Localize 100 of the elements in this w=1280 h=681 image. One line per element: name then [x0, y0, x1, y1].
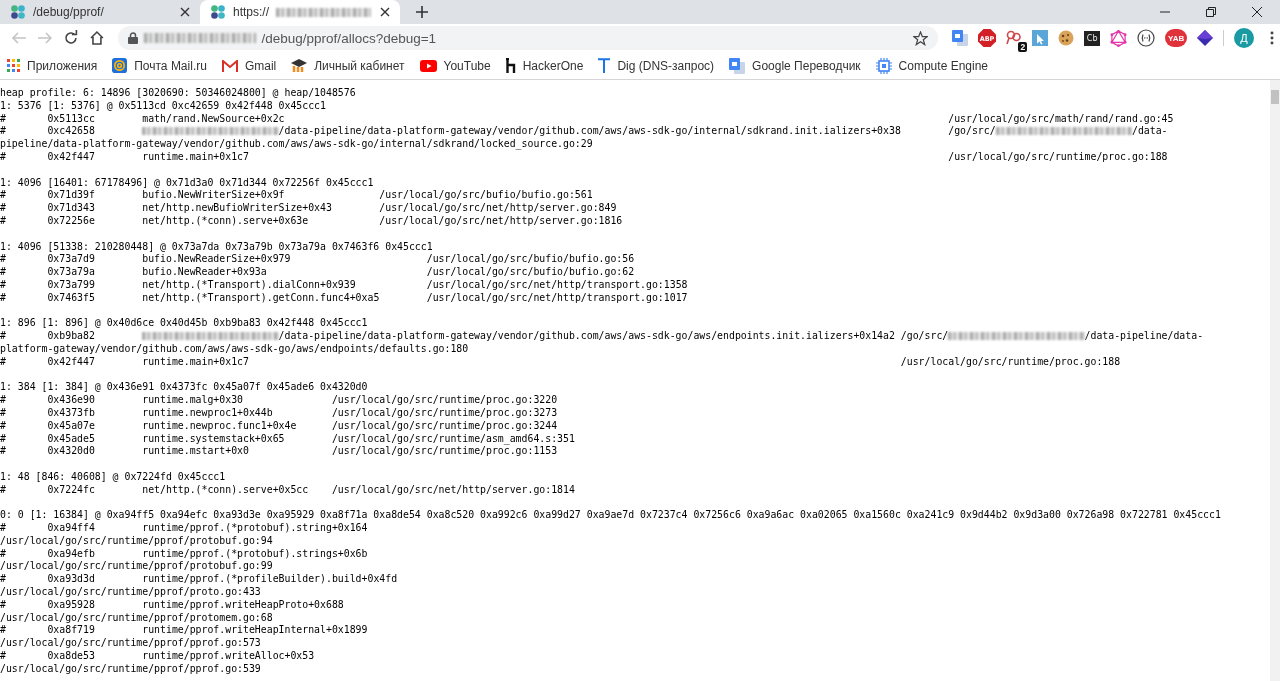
reload-icon[interactable] — [62, 30, 79, 46]
code-text: # 0xc42658 — [0, 125, 96, 137]
bookmark[interactable]: Compute Engine — [875, 57, 988, 74]
close-icon[interactable] — [1252, 7, 1262, 17]
bookmark[interactable]: HackerOne — [505, 58, 584, 73]
hexagon-icon[interactable] — [1110, 29, 1128, 47]
code-line: platform-gateway/vendor/github.com/aws/aws-sdk-go/aws/endpoints/defaults.go:180 — [0, 342, 470, 356]
restore-icon[interactable] — [1206, 7, 1216, 17]
apps-grid-icon — [7, 59, 20, 72]
scrollbar[interactable] — [1270, 80, 1280, 681]
scrollbar-thumb[interactable] — [1271, 90, 1279, 104]
bookmark[interactable]: Google Переводчик — [729, 57, 861, 74]
bookmark-label: Личный кабинет — [314, 58, 405, 73]
menu-icon[interactable] — [1270, 31, 1274, 45]
pins-icon[interactable] — [1006, 30, 1023, 46]
diamond-icon[interactable] — [1197, 30, 1214, 46]
bookmark-label: HackerOne — [522, 58, 584, 73]
code-line: # 0x73a7d9 bufio.NewReaderSize+0x979 /usr/local/go/src/bufio/bufio.go:56 — [0, 253, 636, 267]
code-line: # 0x4373fb runtime.newproc1+0x44b /usr/local/go/src/runtime/proc.go:3273 — [0, 406, 559, 420]
address-bar[interactable]: /debug/pprof/allocs?debug=1 — [117, 26, 939, 50]
code-line: /usr/local/go/src/runtime/pprof/protomem.go:68 — [0, 611, 274, 625]
bookmark-label: Gmail — [244, 58, 277, 73]
h-shape-icon — [505, 58, 516, 73]
code-line: # 0x436e90 runtime.malg+0x30 /usr/local/go/src/runtime/proc.go:3220 — [0, 394, 559, 407]
bookmark-label: YouTube — [443, 58, 491, 73]
browser-tab[interactable]: https:// — [200, 0, 400, 24]
close-icon[interactable] — [180, 7, 190, 17]
code-line: 1: 4096 [51338: 210280448] @ 0x73a7da 0x73a79b 0x73a79a 0x7463f6 0x45ccc1 — [0, 240, 434, 254]
code-line: /usr/local/go/src/runtime/pprof/pprof.go:573 — [0, 637, 262, 651]
t-shape-icon — [598, 58, 611, 73]
braces-circle-icon[interactable] — [1137, 29, 1156, 47]
round-badge-icon[interactable]: YAB — [1165, 29, 1188, 47]
code-text: /data-pipeline/data- — [1084, 330, 1204, 342]
code-line: # 0x42f447 runtime.main+0x1c7 /usr/local/go/src/runtime/proc.go:188 — [0, 151, 1169, 164]
code-line: # 0xa95928 runtime/pprof.writeHeapProto+0x688 — [0, 598, 345, 612]
code-line: /usr/local/go/src/runtime/pprof/pprof.go:539 — [0, 662, 262, 676]
translate-icon[interactable] — [952, 30, 969, 46]
code-line: # 0xa94ff4 runtime/pprof.(*protobuf).string+0x164 — [0, 522, 369, 535]
tab-title: https:// — [233, 5, 270, 19]
code-line: # 0xa8de53 runtime/pprof.writeAlloc+0x53 — [0, 650, 316, 663]
translate-icon — [729, 57, 746, 74]
dots-icon — [210, 4, 226, 20]
code-line: # 0x73a799 net/http.(*Transport).dialConn+0x939 /usr/local/go/src/net/http/transport.go:1358 — [0, 278, 689, 292]
bookmark[interactable]: Личный кабинет — [291, 58, 405, 73]
url-text: /debug/pprof/allocs?debug=1 — [261, 30, 437, 46]
code-line: 1: 896 [1: 896] @ 0x40d6ce 0x40d45b 0xb9ba83 0x42f448 0x45ccc1 — [0, 317, 369, 331]
code-text: # 0xb9ba82 — [0, 330, 96, 342]
letter-tile-icon[interactable]: Cb — [1084, 30, 1101, 46]
bookmark-label: Почта Mail.ru — [134, 58, 207, 73]
code-line: 1: 4096 [16401: 67178496] @ 0x71d3a0 0x71d344 0x72256f 0x45ccc1 — [0, 176, 375, 190]
code-line: # 0x42f447 runtime.main+0x1c7 /usr/local/go/src/runtime/proc.go:188 — [0, 355, 1122, 369]
code-line: /usr/local/go/src/runtime/pprof/protobuf.go:94 — [0, 534, 274, 548]
code-line: 1: 48 [846: 40608] @ 0x7224fd 0x45ccc1 — [0, 470, 227, 484]
cookie-icon[interactable] — [1058, 30, 1075, 46]
code-line: # 0xa94efb runtime/pprof.(*protobuf).strings+0x6b — [0, 547, 369, 561]
code-line: # 0xa93d3d runtime/pprof.(*profileBuilder).build+0x4fd — [0, 573, 399, 587]
code-line: # 0x72256e net/http.(*conn).serve+0x63e /usr/local/go/src/net/http/server.go:1816 — [0, 214, 624, 228]
bookmark[interactable]: Почта Mail.ru — [112, 58, 207, 73]
dots-icon — [10, 4, 26, 20]
code-line: 1: 5376 [1: 5376] @ 0x5113cd 0xc42659 0x42f448 0x45ccc1 — [0, 99, 327, 113]
count-badge: 2 — [1018, 42, 1028, 52]
bookmark-label: Приложения — [27, 58, 98, 73]
code-line: # 0x45a07e runtime.newproc.func1+0x4e /usr/local/go/src/runtime/proc.go:3244 — [0, 419, 559, 433]
code-line: # 0x71d39f bufio.NewWriterSize+0x9f /usr/local/go/src/bufio/bufio.go:561 — [0, 189, 594, 203]
code-line: # 0x5113cc math/rand.NewSource+0x2c /usr/local/go/src/math/rand/rand.go:45 — [0, 112, 1175, 126]
close-icon[interactable] — [380, 7, 390, 17]
browser-tab[interactable]: /debug/pprof/ — [0, 0, 200, 24]
code-line: 0: 0 [1: 16384] @ 0xa94ff5 0xa94efc 0xa93d3e 0xa95929 0xa8f71a 0xa8de54 0xa8c520 0xa992c6 0xa99d27 0xa9ae7d 0x7237c4 0x7256c6 0xa9a6ac 0xa02065 0xa1560c 0xa241c9 0x9d44b2 0x9d3a00 0x726a98 0x722781 0x45ccc1 — [0, 509, 1222, 523]
code-line: pipeline/data-platform-gateway/vendor/github.com/aws/aws-sdk-go/internal/sdkrand/locked_source.go:29 — [0, 138, 594, 151]
bookmark[interactable]: Gmail — [221, 58, 277, 73]
plus-icon[interactable] — [416, 6, 428, 18]
code-line: /usr/local/go/src/runtime/pprof/protobuf.go:99 — [0, 560, 274, 574]
star-icon[interactable] — [913, 30, 929, 46]
code-line: # 0x7224fc net/http.(*conn).serve+0x5cc /usr/local/go/src/net/http/server.go:1814 — [0, 483, 576, 497]
code-line: /usr/local/go/src/runtime/pprof/proto.go:433 — [0, 586, 262, 599]
bookmark-label: Google Переводчик — [752, 58, 861, 73]
bookmark[interactable]: YouTube — [419, 58, 491, 73]
code-line: heap profile: 6: 14896 [3020690: 50346024800] @ heap/1048576 — [0, 87, 357, 100]
code-line: # 0x71d343 net/http.newBufioWriterSize+0x43 /usr/local/go/src/net/http/server.go:849 — [0, 202, 618, 215]
bookmark-label: Dig (DNS-запрос) — [617, 58, 715, 73]
mail-icon — [221, 59, 238, 72]
bookmark[interactable]: Dig (DNS-запрос) — [598, 58, 715, 73]
chip-icon — [875, 57, 892, 74]
cursor-icon[interactable] — [1032, 30, 1049, 46]
bookmark[interactable]: Приложения — [7, 58, 98, 73]
at-sign-icon — [112, 58, 128, 73]
code-line: 1: 384 [1: 384] @ 0x436e91 0x4373fc 0x45a07f 0x45ade6 0x4320d0 — [0, 381, 369, 395]
play-icon — [419, 59, 437, 72]
lock-icon — [127, 32, 138, 44]
code-line: # 0x73a79a bufio.NewReader+0x93a /usr/local/go/src/bufio/bufio.go:62 — [0, 266, 636, 279]
code-text: /data-pipeline/data-platform-gateway/vendor/github.com/aws/aws-sdk-go/aws/endpoints.init.ializers+0x14a2 /go/src/ — [278, 330, 949, 342]
code-line: # 0xa8f719 runtime/pprof.writeHeapInternal+0x1899 — [0, 624, 369, 638]
bookmark-label: Compute Engine — [898, 58, 988, 73]
code-line: # 0x4320d0 runtime.mstart+0x0 /usr/local/go/src/runtime/proc.go:1153 — [0, 445, 559, 459]
code-text: /data-pipeline/data-platform-gateway/vendor/github.com/aws/aws-sdk-go/internal/sdkrand.init.ializers+0x38 /go/src/ — [278, 125, 996, 137]
home-icon[interactable] — [88, 30, 105, 46]
code-line: # 0x7463f5 net/http.(*Transport).getConn.func4+0xa5 /usr/local/go/src/net/http/transport.go:1017 — [0, 291, 689, 305]
code-text: /data- — [1131, 125, 1168, 137]
code-line: # 0x45ade5 runtime.systemstack+0x65 /usr/local/go/src/runtime/asm_amd64.s:351 — [0, 432, 576, 446]
hat-icon — [291, 58, 308, 73]
